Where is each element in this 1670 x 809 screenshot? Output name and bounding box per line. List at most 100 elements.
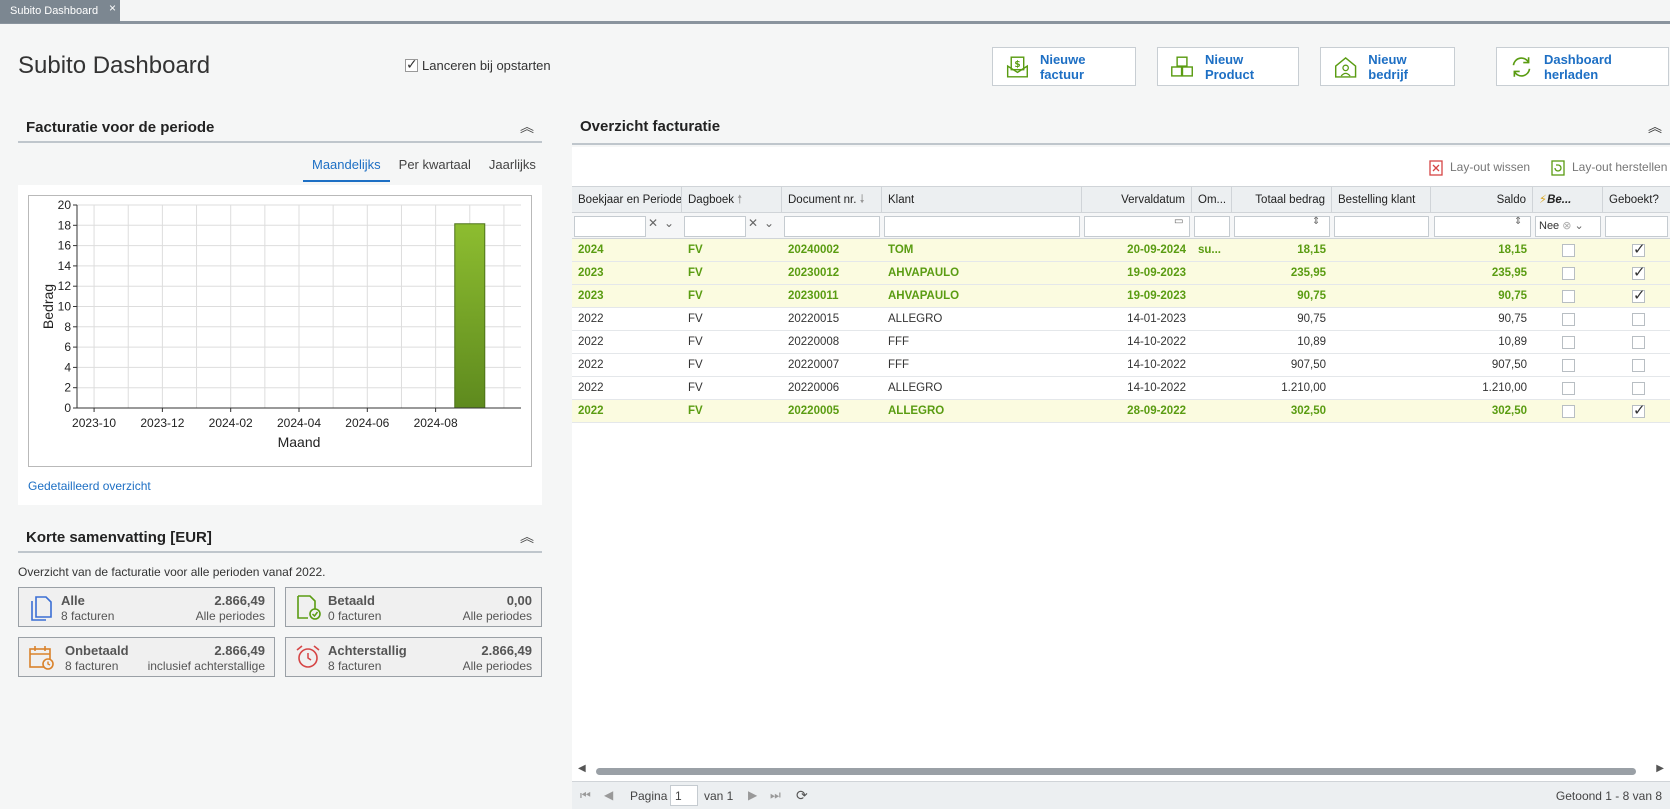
filter-document-input[interactable] <box>784 216 880 237</box>
cell-due-date: 20-09-2024 <box>1127 244 1186 256</box>
table-row[interactable]: 2022 FV 20220006 ALLEGRO 14-10-2022 1.210,00 1… <box>572 377 1670 400</box>
restore-layout-button[interactable]: Lay-out herstellen <box>1550 158 1667 176</box>
last-page-icon[interactable]: ⏭ <box>770 788 781 803</box>
table-row[interactable]: 2023 FV 20230011 AHVAPAULO 19-09-2023 90,75 90… <box>572 285 1670 308</box>
cell-om <box>1198 262 1232 285</box>
detailed-overview-link[interactable]: Gedetailleerd overzicht <box>28 479 151 493</box>
cell-year: 2022 <box>578 382 604 394</box>
cell-due-date: 19-09-2023 <box>1127 290 1186 302</box>
card-all[interactable]: Alle 8 facturen 2.866,49 Alle periodes <box>18 587 275 627</box>
be-checkbox[interactable] <box>1562 382 1575 395</box>
col-header-year[interactable]: Boekjaar en Perioden <box>572 187 682 214</box>
launch-checkbox[interactable] <box>405 56 418 73</box>
chart-container: 0 2 4 6 8 10 12 14 16 18 20 2023-10 2023-12 2024-02 20… <box>18 185 542 505</box>
be-checkbox[interactable] <box>1562 244 1575 257</box>
filter-client-input[interactable] <box>884 216 1080 237</box>
card-unpaid[interactable]: Onbetaald 8 facturen 2.866,49 inclusief … <box>18 637 275 677</box>
filter-om-input[interactable] <box>1194 216 1230 237</box>
launch-on-startup[interactable]: Lanceren bij opstarten <box>405 56 551 73</box>
table-row[interactable]: 2022 FV 20220005 ALLEGRO 28-09-2022 302,50 302… <box>572 400 1670 423</box>
collapse-icon[interactable]: ︽ <box>1648 117 1662 137</box>
filter-be-select[interactable]: Nee ⊗ ⌄ <box>1535 216 1601 237</box>
booked-checkbox[interactable] <box>1632 401 1646 419</box>
table-row[interactable]: 2022 FV 20220008 FFF 14-10-2022 10,89 10,89 <box>572 331 1670 354</box>
first-page-icon[interactable]: ⏮ <box>580 788 591 803</box>
clear-filter-icon[interactable]: ✕ <box>648 216 658 230</box>
col-header-be[interactable]: ⚡Be... <box>1533 187 1603 214</box>
tab-yearly[interactable]: Jaarlijks <box>480 153 545 182</box>
booked-checkbox[interactable] <box>1632 286 1646 304</box>
table-row[interactable]: 2022 FV 20220015 ALLEGRO 14-01-2023 90,75 90,7… <box>572 308 1670 331</box>
cell-saldo: 10,89 <box>1498 336 1527 348</box>
page-input[interactable]: 1 <box>670 785 698 806</box>
horizontal-scrollbar[interactable]: ◀ ▶ <box>572 763 1670 779</box>
filter-booked-select[interactable] <box>1605 216 1668 237</box>
chevron-down-icon[interactable]: ⌄ <box>664 216 674 230</box>
col-header-total[interactable]: Totaal bedrag <box>1232 187 1332 214</box>
new-invoice-button[interactable]: $ Nieuwe factuur <box>992 47 1136 86</box>
col-header-order[interactable]: Bestelling klant <box>1332 187 1431 214</box>
collapse-icon[interactable]: ︽ <box>520 527 534 547</box>
tab-quarterly[interactable]: Per kwartaal <box>390 153 480 182</box>
new-company-button[interactable]: Nieuw bedrijf <box>1320 47 1455 86</box>
booked-checkbox[interactable] <box>1632 313 1645 326</box>
tab-monthly[interactable]: Maandelijks <box>303 153 390 182</box>
filter-year-input[interactable] <box>574 216 646 237</box>
scroll-left-icon[interactable]: ◀ <box>578 763 586 774</box>
scroll-thumb[interactable] <box>596 768 1636 775</box>
prev-page-icon[interactable]: ◀ <box>604 788 613 802</box>
card-paid[interactable]: Betaald 0 facturen 0,00 Alle periodes <box>285 587 542 627</box>
col-header-booked[interactable]: Geboekt? <box>1603 187 1670 214</box>
col-header-client[interactable]: Klant <box>882 187 1082 214</box>
new-product-button[interactable]: Nieuw Product <box>1157 47 1299 86</box>
filter-journal-input[interactable] <box>684 216 746 237</box>
be-checkbox[interactable] <box>1562 359 1575 372</box>
booked-checkbox[interactable] <box>1632 263 1646 281</box>
y-tick-label: 18 <box>58 218 72 232</box>
scroll-right-icon[interactable]: ▶ <box>1656 763 1664 774</box>
col-header-journal[interactable]: Dagboek 🠕 <box>682 187 782 214</box>
table-row[interactable]: 2022 FV 20220007 FFF 14-10-2022 907,50 907,50 <box>572 354 1670 377</box>
y-tick-label: 10 <box>58 300 72 314</box>
cell-total: 90,75 <box>1297 290 1326 302</box>
card-overdue[interactable]: Achterstallig 8 facturen 2.866,49 Alle p… <box>285 637 542 677</box>
filter-order-input[interactable] <box>1334 216 1429 237</box>
col-header-saldo[interactable]: Saldo <box>1431 187 1533 214</box>
spinner-icon[interactable]: ⇕ <box>1312 216 1320 227</box>
cell-om: su... <box>1198 244 1222 256</box>
cell-total: 907,50 <box>1290 359 1326 371</box>
grid-body: 2024 FV 20240002 TOM 20-09-2024 su... 18,15 18,… <box>572 239 1670 423</box>
table-row[interactable]: 2024 FV 20240002 TOM 20-09-2024 su... 18,15 18,… <box>572 239 1670 262</box>
restore-layout-icon <box>1551 160 1565 176</box>
new-product-label: Nieuw Product <box>1204 51 1255 82</box>
next-page-icon[interactable]: ▶ <box>748 788 757 802</box>
be-checkbox[interactable] <box>1562 267 1575 280</box>
close-icon[interactable]: × <box>109 1 116 15</box>
chevron-down-icon[interactable]: ⌄ <box>764 216 774 230</box>
col-header-document[interactable]: Document nr. 🠗 <box>782 187 882 214</box>
be-checkbox[interactable] <box>1562 405 1575 418</box>
booked-checkbox[interactable] <box>1632 359 1645 372</box>
y-tick-label: 4 <box>64 360 71 374</box>
booked-checkbox[interactable] <box>1632 382 1645 395</box>
be-checkbox[interactable] <box>1562 313 1575 326</box>
card-count: 8 facturen <box>61 609 115 623</box>
refresh-icon[interactable]: ⟳ <box>796 787 808 804</box>
col-header-due-date[interactable]: Vervaldatum <box>1082 187 1192 214</box>
clear-filter-icon[interactable]: ✕ <box>748 216 758 230</box>
card-label: Achterstallig <box>328 643 407 658</box>
tab-subito-dashboard[interactable]: Subito Dashboard × <box>0 0 120 23</box>
collapse-icon[interactable]: ︽ <box>520 117 534 137</box>
clear-layout-button[interactable]: Lay-out wissen <box>1428 158 1530 176</box>
be-checkbox[interactable] <box>1562 336 1575 349</box>
cell-total: 1.210,00 <box>1281 382 1326 394</box>
booked-checkbox[interactable] <box>1632 240 1646 258</box>
col-header-om[interactable]: Om... <box>1192 187 1232 214</box>
spinner-icon[interactable]: ⇕ <box>1514 216 1522 227</box>
be-checkbox[interactable] <box>1562 290 1575 303</box>
table-row[interactable]: 2023 FV 20230012 AHVAPAULO 19-09-2023 235,95 2… <box>572 262 1670 285</box>
calendar-icon[interactable]: ▭ <box>1174 216 1183 227</box>
booked-checkbox[interactable] <box>1632 336 1645 349</box>
reload-dashboard-button[interactable]: Dashboard herladen <box>1496 47 1669 86</box>
cell-client: ALLEGRO <box>888 405 945 417</box>
